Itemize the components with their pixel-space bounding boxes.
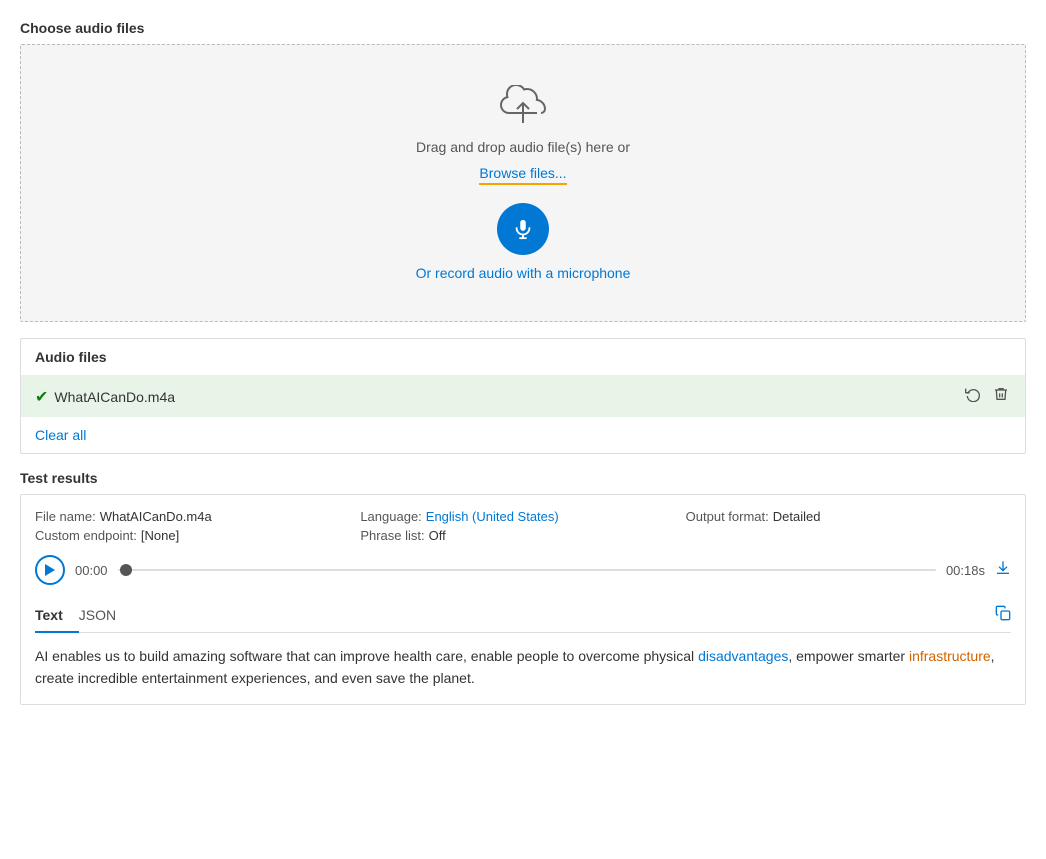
play-button[interactable] xyxy=(35,555,65,585)
audio-files-header: Audio files xyxy=(21,339,1025,376)
file-name-value: WhatAICanDo.m4a xyxy=(100,509,212,524)
phrase-list-value: Off xyxy=(429,528,446,543)
transcript-text: AI enables us to build amazing software … xyxy=(35,645,1011,690)
audio-player: 00:00 00:18s xyxy=(35,555,1011,585)
progress-track[interactable] xyxy=(118,569,936,571)
custom-endpoint-meta: Custom endpoint: [None] xyxy=(35,528,360,543)
language-value: English (United States) xyxy=(426,509,559,524)
record-audio-link[interactable]: Or record audio with a microphone xyxy=(416,265,631,281)
drop-text: Drag and drop audio file(s) here or xyxy=(416,139,630,155)
transcript-highlight-1: disadvantages xyxy=(698,648,788,664)
time-start: 00:00 xyxy=(75,563,108,578)
check-icon: ✔ xyxy=(35,387,48,407)
transcript-highlight-2: infrastructure xyxy=(909,648,991,664)
custom-endpoint-value: [None] xyxy=(141,528,179,543)
custom-endpoint-key: Custom endpoint: xyxy=(35,528,137,543)
output-format-value: Detailed xyxy=(773,509,821,524)
delete-button[interactable] xyxy=(991,384,1011,409)
language-key: Language: xyxy=(360,509,421,524)
tabs-left: Text JSON xyxy=(35,599,132,632)
browse-files-link[interactable]: Browse files... xyxy=(479,165,566,185)
phrase-list-meta: Phrase list: Off xyxy=(360,528,685,543)
tabs-row: Text JSON xyxy=(35,599,1011,633)
results-panel: File name: WhatAICanDo.m4a Language: Eng… xyxy=(20,494,1026,705)
choose-audio-label: Choose audio files xyxy=(20,20,1026,36)
phrase-list-key: Phrase list: xyxy=(360,528,424,543)
test-results-label: Test results xyxy=(20,470,1026,486)
progress-thumb[interactable] xyxy=(120,564,132,576)
clear-all-button[interactable]: Clear all xyxy=(35,427,86,443)
audio-file-row: ✔ WhatAICanDo.m4a xyxy=(21,376,1025,417)
clear-all-row: Clear all xyxy=(21,417,1025,453)
copy-button[interactable] xyxy=(995,605,1011,626)
tab-text[interactable]: Text xyxy=(35,599,79,633)
cloud-upload-icon xyxy=(499,85,547,129)
file-name-meta: File name: WhatAICanDo.m4a xyxy=(35,509,360,524)
test-results-section: Test results File name: WhatAICanDo.m4a … xyxy=(20,470,1026,705)
output-format-key: Output format: xyxy=(686,509,769,524)
drop-zone[interactable]: Drag and drop audio file(s) here or Brow… xyxy=(20,44,1026,322)
audio-file-left: ✔ WhatAICanDo.m4a xyxy=(35,387,175,407)
results-meta: File name: WhatAICanDo.m4a Language: Eng… xyxy=(35,509,1011,543)
output-format-meta: Output format: Detailed xyxy=(686,509,1011,524)
choose-audio-section: Choose audio files Drag and drop audio f… xyxy=(20,20,1026,322)
audio-file-name: WhatAICanDo.m4a xyxy=(54,389,175,405)
transcript-segment-2: , empower smarter xyxy=(788,648,909,664)
time-end: 00:18s xyxy=(946,563,985,578)
audio-actions xyxy=(963,384,1011,409)
replay-button[interactable] xyxy=(963,384,983,409)
download-button[interactable] xyxy=(995,560,1011,581)
tab-json[interactable]: JSON xyxy=(79,599,132,633)
microphone-button[interactable] xyxy=(497,203,549,255)
audio-files-panel: Audio files ✔ WhatAICanDo.m4a xyxy=(20,338,1026,454)
transcript-segment-1: AI enables us to build amazing software … xyxy=(35,648,698,664)
language-meta: Language: English (United States) xyxy=(360,509,685,524)
file-name-key: File name: xyxy=(35,509,96,524)
